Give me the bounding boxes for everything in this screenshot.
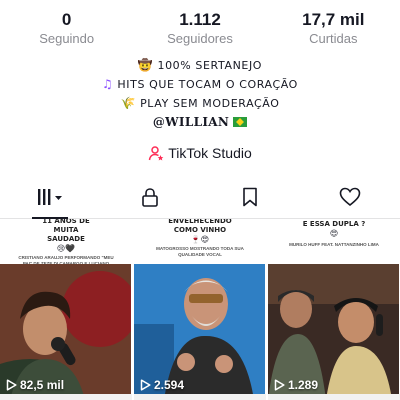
bookmark-icon [242,187,258,212]
play-icon [140,379,151,391]
music-notes-icon: ♫ [102,77,114,91]
likes-count: 17,7 mil [302,10,365,29]
followers-count: 1.112 [179,10,221,29]
profile-tab-bar [0,180,400,219]
video-thumbnail[interactable]: ENVELHECENDO COMO VINHO 🍷😍 MATOGROSSO MO… [134,219,266,400]
profile-bio: 🤠 100% SERTANEJO ♫ HITS QUE TOCAM O CORAÇÃ… [0,56,400,132]
video-title: ENVELHECENDO COMO VINHO [168,219,232,234]
thumbnail-bottom-strip [268,394,400,400]
followers-stat[interactable]: 1.112 Seguidores [133,10,266,48]
likes-label: Curtidas [309,31,358,46]
view-count-value: 1.289 [288,378,319,392]
video-caption: ENVELHECENDO COMO VINHO 🍷😍 MATOGROSSO MO… [134,219,266,258]
bio-line-2-text: HITS QUE TOCAM O CORAÇÃO [117,78,298,91]
following-count: 0 [61,10,72,29]
brazil-flag-icon [233,117,248,127]
lock-icon [141,187,159,212]
video-title: E ESSA DUPLA ? [302,220,366,228]
heart-icon [339,187,361,212]
view-count-value: 2.594 [154,378,185,392]
thumbnail-bottom-strip [134,394,266,400]
tab-saved[interactable] [200,180,300,218]
following-label: Seguindo [39,31,95,46]
tab-private[interactable] [100,180,200,218]
video-thumbnail[interactable]: E ESSA DUPLA ? 😍 MURILO HUFF FEAT. NATTA… [268,219,400,400]
thumbnail-bottom-strip [0,394,132,400]
video-subtitle: MURILO HUFF FEAT. NATTANZINHO LIMA [289,242,379,247]
video-caption: E ESSA DUPLA ? 😍 MURILO HUFF FEAT. NATTA… [268,220,400,248]
bio-line-3-text: PLAY SEM MODERAÇÃO [140,97,280,110]
video-subtitle: MATOGROSSO MOSTRANDO TODA SUA QUALIDADE … [156,246,244,257]
bio-handle: @WILLIAN [152,115,230,129]
view-count-value: 82,5 mil [20,378,65,392]
bio-line-2: ♫ HITS QUE TOCAM O CORAÇÃO [0,75,400,94]
video-caption: 11 ANOS DE MUITA SAUDADE 😢🖤 CRISTIANO AR… [0,219,132,267]
bio-handle-line: @WILLIAN [0,113,400,132]
likes-stat[interactable]: 17,7 mil Curtidas [267,10,400,48]
view-count: 2.594 [140,378,184,392]
following-stat[interactable]: 0 Seguindo [0,10,133,48]
tiktok-studio-link[interactable]: TikTok Studio [0,145,400,164]
tab-liked[interactable] [300,180,400,218]
video-grid: 11 ANOS DE MUITA SAUDADE 😢🖤 CRISTIANO AR… [0,219,400,400]
grid-icon [37,188,63,211]
play-icon [6,379,17,391]
tab-videos[interactable] [0,180,100,219]
view-count: 1.289 [274,378,318,392]
view-count: 82,5 mil [6,378,64,392]
cowboy-emoji-icon: 🤠 [137,58,154,72]
profile-stats: 0 Seguindo 1.112 Seguidores 17,7 mil Cur… [0,10,400,48]
tiktok-studio-label: TikTok Studio [168,145,252,161]
followers-label: Seguidores [167,31,233,46]
wheat-icon: 🌾 [120,96,137,110]
video-title: 11 ANOS DE MUITA SAUDADE [42,219,90,243]
bio-line-1-text: 100% SERTANEJO [157,59,263,72]
studio-person-icon [148,145,164,164]
sad-emoji-icon: 😢🖤 [56,244,76,253]
video-thumbnail[interactable]: 11 ANOS DE MUITA SAUDADE 😢🖤 CRISTIANO AR… [0,219,132,400]
bio-line-3: 🌾 PLAY SEM MODERAÇÃO [0,94,400,113]
play-icon [274,379,285,391]
love-emoji-icon: 😍 [329,229,339,238]
wine-emoji-icon: 🍷😍 [190,235,210,244]
bio-line-1: 🤠 100% SERTANEJO [0,56,400,75]
